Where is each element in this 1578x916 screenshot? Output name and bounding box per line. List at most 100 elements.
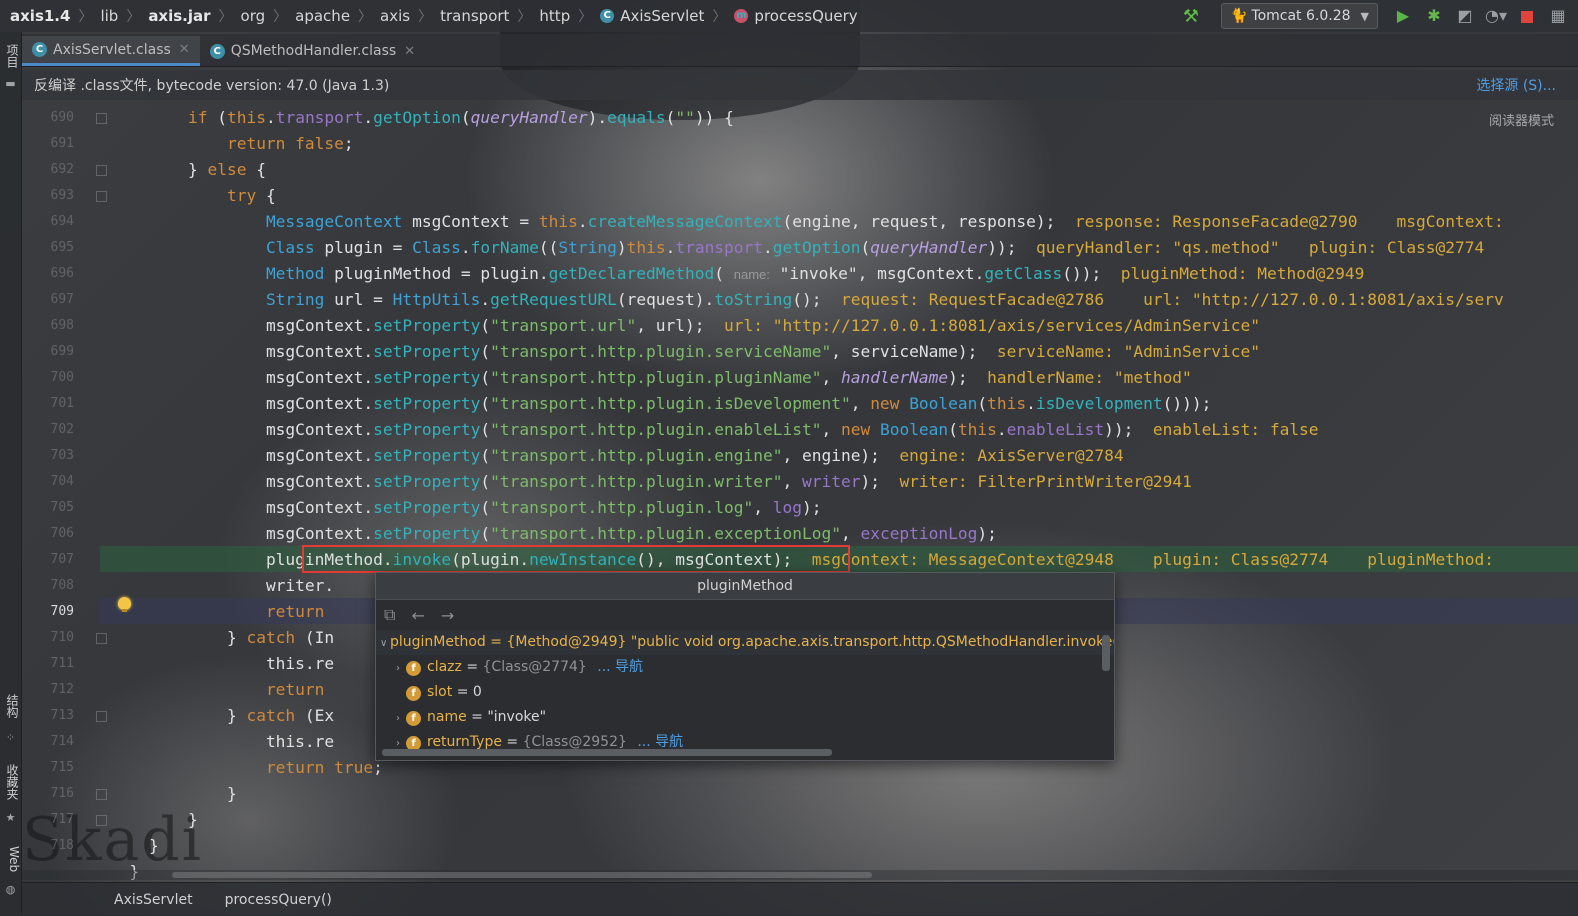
breadcrumb-item[interactable]: axis1.4 [10, 7, 70, 25]
tab-qsmethodhandler[interactable]: C QSMethodHandler.class ✕ [200, 36, 425, 66]
web-tool-tab[interactable]: Web [1, 846, 21, 872]
inline-debug-value: engine: AxisServer@2784 [899, 446, 1124, 465]
run-icon[interactable]: ▶ [1392, 5, 1414, 27]
code-line: } [226, 784, 237, 803]
breadcrumb-item[interactable]: processQuery [754, 7, 857, 25]
breadcrumb-item[interactable]: http [539, 7, 570, 25]
popup-field-row[interactable]: › f name = "invoke" [376, 705, 1114, 730]
breadcrumb-item[interactable]: AxisServlet [620, 7, 704, 25]
breadcrumb-item[interactable]: apache [295, 7, 350, 25]
breadcrumb-item[interactable]: axis [380, 7, 410, 25]
code-line: } [148, 836, 159, 855]
code-line: return true; [265, 758, 383, 777]
code-line: this.re [265, 654, 335, 673]
breadcrumb-item[interactable]: lib [100, 7, 118, 25]
close-icon[interactable]: ✕ [404, 44, 415, 59]
choose-sources-link[interactable]: 选择源 (S)... [1476, 75, 1556, 95]
code-line: msgContext.setProperty("transport.http.p… [265, 524, 997, 543]
inline-debug-value: enableList: false [1152, 420, 1319, 439]
editor-horizontal-scrollbar[interactable] [22, 870, 1578, 880]
chevron-right-icon[interactable]: › [396, 656, 406, 680]
copy-value-icon[interactable]: ⧉ [384, 605, 395, 625]
line-number: 693 [50, 188, 74, 203]
close-icon[interactable]: ✕ [179, 42, 190, 57]
code-line: msgContext.setProperty("transport.http.p… [265, 368, 1192, 387]
profiler-icon[interactable]: ◔▾ [1485, 5, 1507, 27]
field-icon: f [406, 711, 421, 726]
line-number: 698 [50, 318, 74, 333]
tab-axisservlet[interactable]: C AxisServlet.class ✕ [22, 36, 200, 66]
project-structure-icon[interactable]: ▦ [1547, 5, 1569, 27]
variable-value: = {Method@2949} "public void org.apache.… [490, 634, 1114, 650]
breadcrumb-item[interactable]: org [241, 7, 266, 25]
inline-debug-value: request: RequestFacade@2786 [841, 290, 1105, 309]
line-number: 697 [50, 292, 74, 307]
method-icon: m [734, 9, 749, 23]
code-line: this.re [265, 732, 335, 751]
line-number: 704 [50, 474, 74, 489]
fold-marker-icon[interactable] [96, 711, 107, 722]
fold-marker-icon[interactable] [96, 113, 107, 124]
line-number: 692 [50, 162, 74, 177]
structure-tool-tab[interactable]: 结构 [1, 694, 21, 718]
breadcrumb: axis1.4 〉 lib 〉 axis.jar 〉 org 〉 apache 〉 axi… [10, 7, 858, 25]
favorites-tool-tab[interactable]: 收藏夹 [1, 764, 21, 800]
field-icon: f [406, 686, 421, 701]
breadcrumb-item[interactable]: transport [440, 7, 509, 25]
variable-inspect-popup[interactable]: pluginMethod ⧉ ← → ∨ pluginMethod = {Meth… [375, 572, 1115, 761]
line-number: 690 [50, 110, 74, 125]
code-line: writer. [265, 576, 335, 595]
inline-debug-value: plugin: Class@2774 [1152, 550, 1329, 569]
inline-debug-value: handlerName: "method" [987, 368, 1192, 387]
field-value: "invoke" [487, 709, 547, 725]
line-number: 715 [50, 760, 74, 775]
status-method[interactable]: processQuery() [225, 892, 332, 908]
code-line: MessageContext msgContext = this.createM… [265, 212, 1504, 231]
tomcat-icon: 🐈 [1229, 8, 1248, 24]
tab-label: QSMethodHandler.class [230, 43, 397, 59]
globe-icon: ◍ [5, 883, 16, 896]
inline-debug-value: msgContext: MessageContext@2948 [811, 550, 1114, 569]
line-number: 701 [50, 396, 74, 411]
status-class[interactable]: AxisServlet [114, 892, 193, 908]
popup-root-node[interactable]: ∨ pluginMethod = {Method@2949} "public vo… [376, 630, 1114, 655]
inline-debug-value: pluginMethod: [1367, 550, 1494, 569]
chevron-right-icon[interactable]: › [396, 706, 406, 730]
fold-marker-icon[interactable] [96, 165, 107, 176]
line-number: 714 [50, 734, 74, 749]
inline-debug-value: url: "http://127.0.0.1:8081/axis/serv [1143, 290, 1504, 309]
lightbulb-intention-icon[interactable] [118, 597, 131, 612]
fold-marker-icon[interactable] [96, 633, 107, 644]
popup-field-row[interactable]: › f clazz = {Class@2774} ... 导航 [376, 655, 1114, 680]
run-configuration-select[interactable]: 🐈 Tomcat 6.0.28 ▼ [1220, 3, 1378, 29]
popup-field-row[interactable]: f slot = 0 [376, 680, 1114, 705]
line-number: 712 [50, 682, 74, 697]
line-number: 695 [50, 240, 74, 255]
line-number: 705 [50, 500, 74, 515]
fold-marker-icon[interactable] [96, 789, 107, 800]
debug-bug-icon[interactable]: ✱ [1423, 5, 1445, 27]
back-arrow-icon[interactable]: ← [411, 606, 424, 625]
fold-marker-icon[interactable] [96, 191, 107, 202]
expanded-arrow-icon[interactable]: ∨ [380, 631, 390, 655]
navigate-link[interactable]: ... 导航 [597, 659, 643, 675]
code-line: if (this.transport.getOption(queryHandle… [187, 108, 734, 127]
breadcrumb-item[interactable]: axis.jar [148, 7, 210, 25]
navigate-link[interactable]: ... 导航 [637, 734, 683, 750]
line-number: 713 [50, 708, 74, 723]
code-line: msgContext.setProperty("transport.http.p… [265, 498, 822, 517]
inline-debug-value: queryHandler: "qs.method" [1035, 238, 1280, 257]
fold-marker-icon[interactable] [96, 815, 107, 826]
forward-arrow-icon[interactable]: → [441, 606, 454, 625]
coverage-icon[interactable]: ◩ [1454, 5, 1476, 27]
popup-vertical-scrollbar[interactable] [1102, 635, 1110, 671]
build-hammer-icon[interactable]: ⚒ [1183, 6, 1199, 27]
field-icon: f [406, 661, 421, 676]
structure-icon: ⁘ [5, 731, 16, 744]
popup-horizontal-scrollbar[interactable] [382, 749, 832, 756]
star-icon: ★ [5, 811, 16, 824]
reader-mode-toggle[interactable]: 阅读器模式 [1489, 110, 1554, 129]
stop-icon[interactable] [1516, 5, 1538, 27]
parameter-name-hint: name: [733, 267, 770, 282]
project-tool-tab[interactable]: 项目 [1, 44, 21, 68]
